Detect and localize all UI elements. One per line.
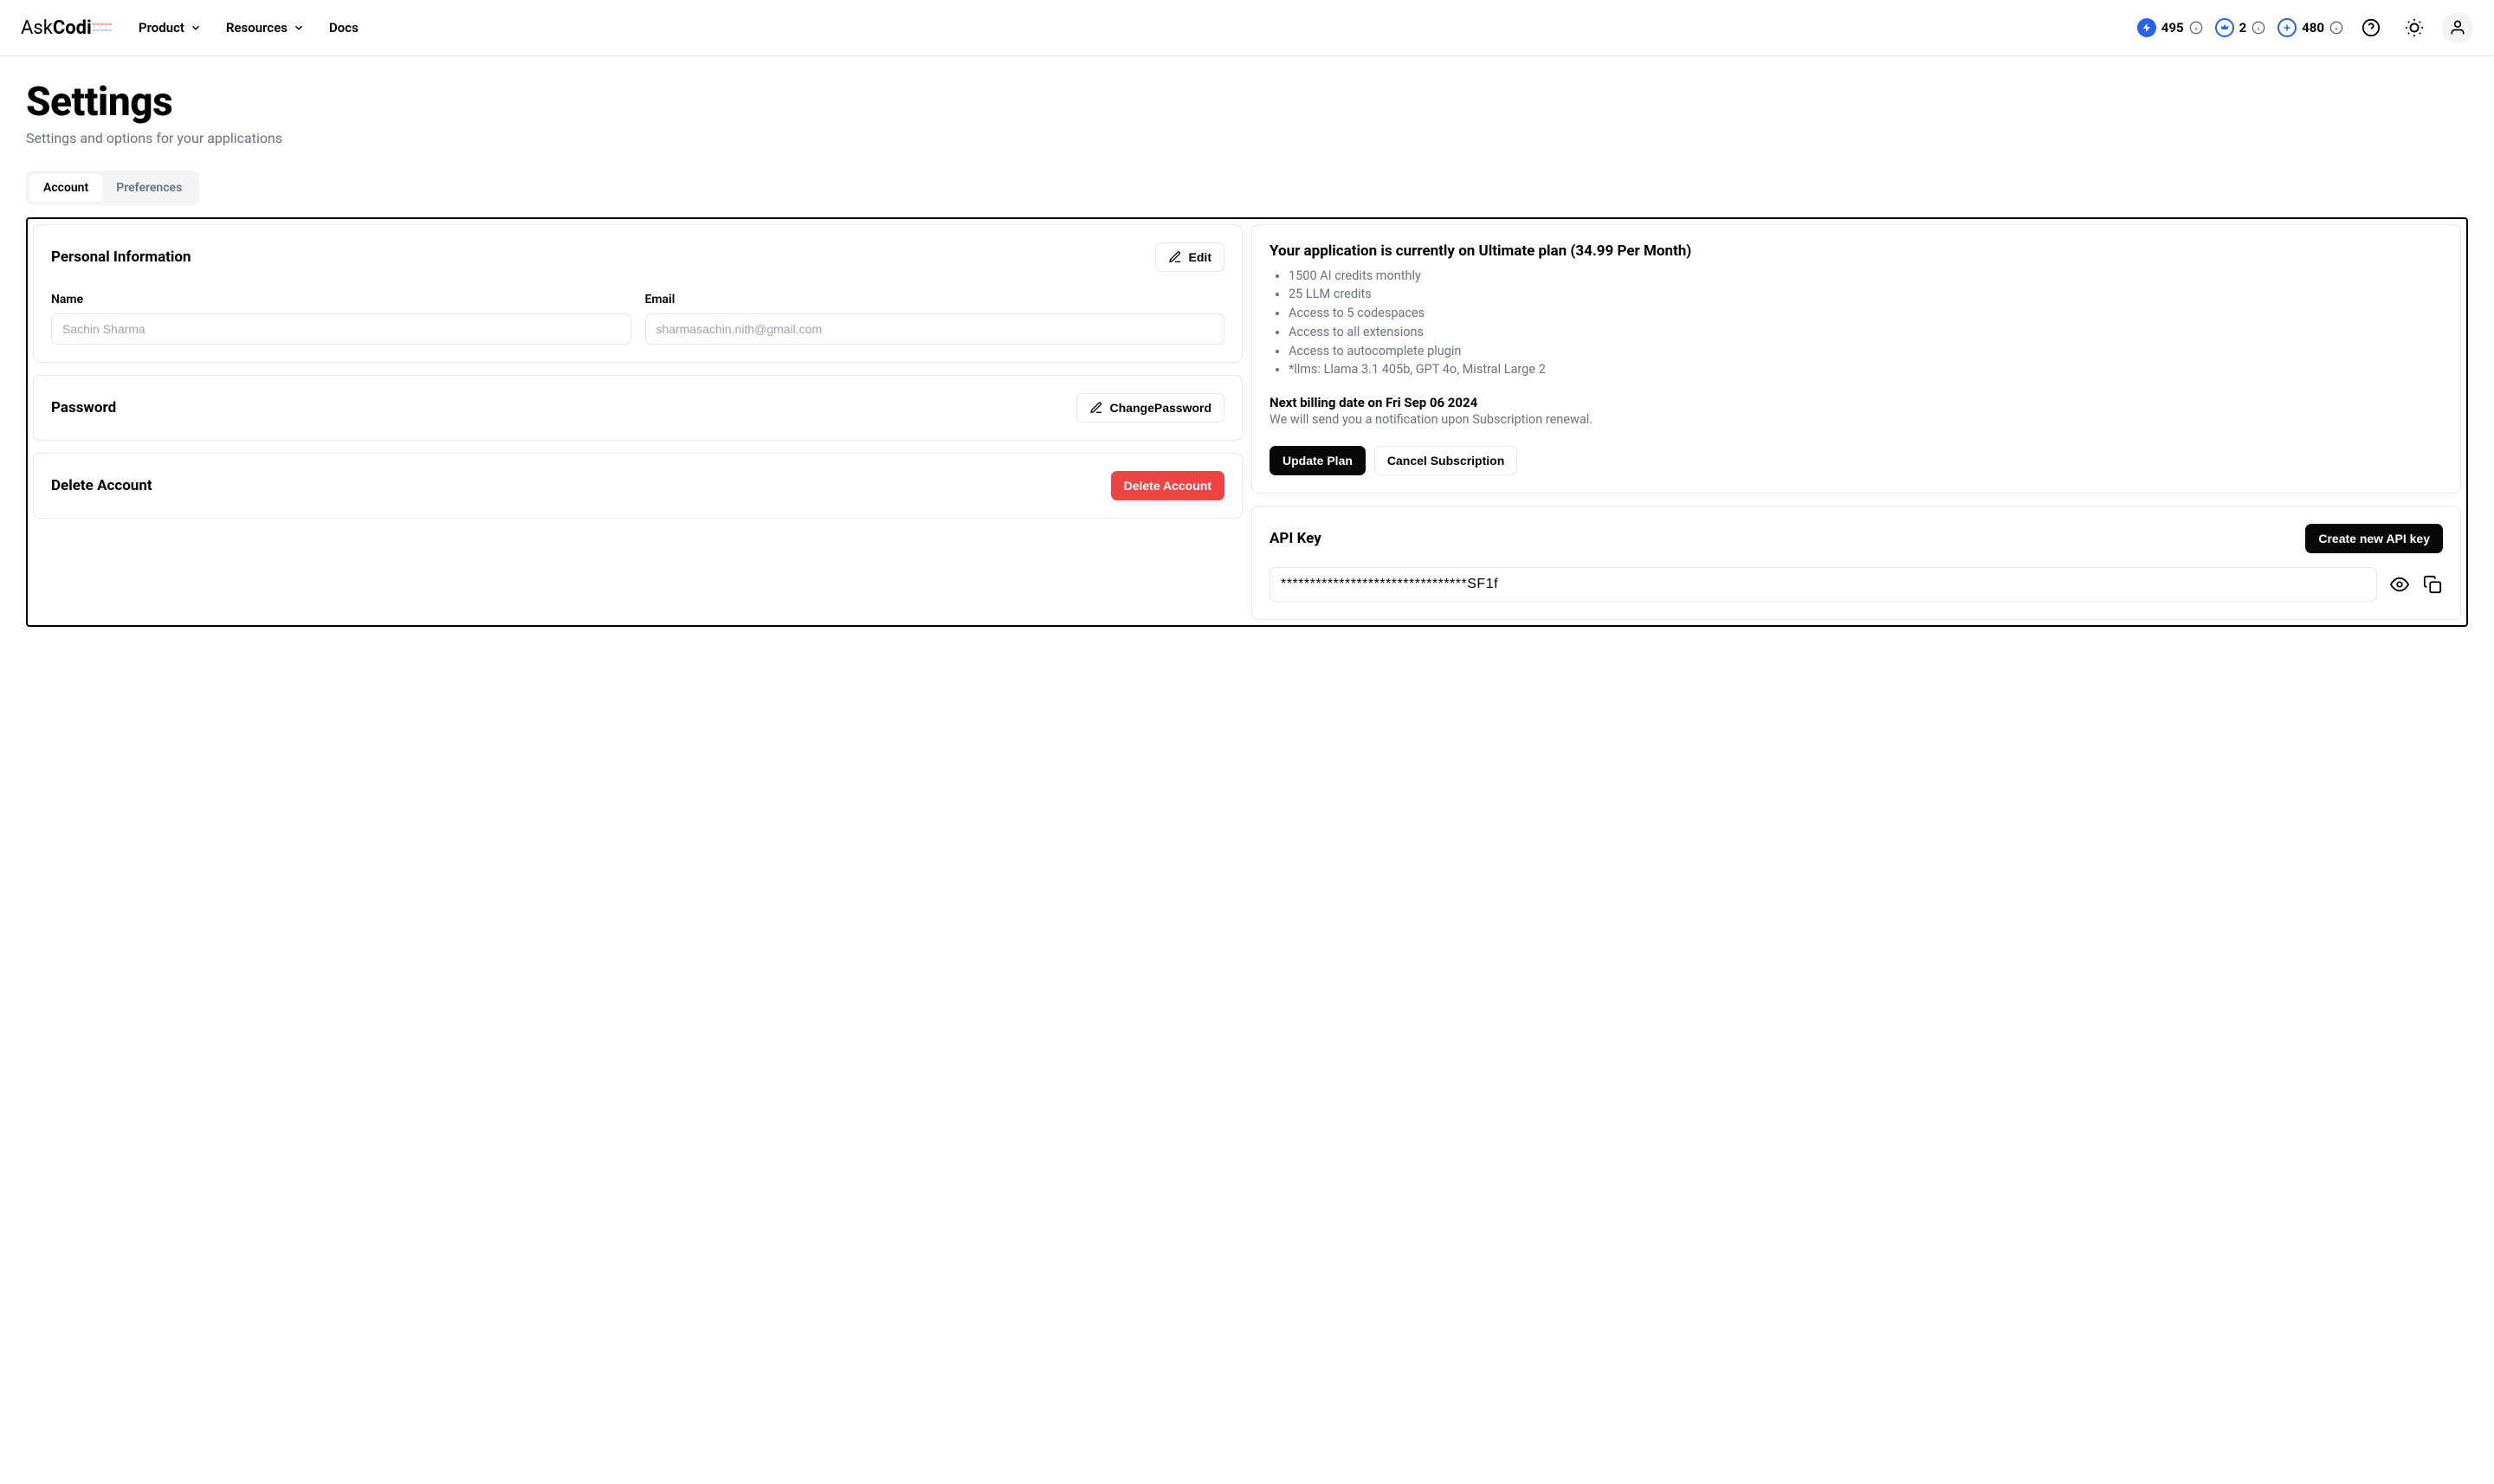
delete-account-label: Delete Account	[1124, 479, 1211, 493]
plan-title: Your application is currently on Ultimat…	[1270, 242, 2443, 260]
avatar-button[interactable]	[2442, 12, 2473, 43]
right-column: Your application is currently on Ultimat…	[1251, 224, 2461, 621]
logo[interactable]: AskCodi ━━━━━ ━ ━ ━ ━━━━━	[21, 17, 113, 39]
nav-product[interactable]: Product	[139, 20, 202, 35]
copy-key-button[interactable]	[2422, 574, 2443, 595]
update-plan-label: Update Plan	[1283, 454, 1353, 468]
logo-part1: Ask	[21, 17, 53, 39]
plan-feature: Access to all extensions	[1289, 323, 2443, 342]
edit-icon	[1089, 401, 1103, 415]
email-input[interactable]	[645, 313, 1225, 345]
edit-icon	[1168, 250, 1182, 264]
nav-resources[interactable]: Resources	[226, 20, 305, 35]
stat-credits[interactable]: 495	[2137, 18, 2203, 37]
api-key-input[interactable]	[1270, 567, 2377, 602]
logo-decoration: ━━━━━ ━ ━ ━ ━━━━━	[93, 23, 113, 33]
plan-feature: 1500 AI credits monthly	[1289, 267, 2443, 286]
stat-add[interactable]: 480	[2278, 18, 2343, 37]
help-button[interactable]	[2355, 12, 2387, 43]
email-label: Email	[645, 293, 1225, 306]
info-icon[interactable]	[2252, 21, 2265, 35]
password-header: Password ChangePassword	[51, 393, 1224, 423]
nav-resources-label: Resources	[226, 20, 288, 35]
email-field: Email	[645, 293, 1225, 345]
password-title: Password	[51, 399, 116, 416]
stat-crown[interactable]: 2	[2215, 18, 2266, 37]
plan-feature: Access to 5 codespaces	[1289, 304, 2443, 323]
create-api-key-button[interactable]: Create new API key	[2305, 524, 2443, 553]
billing-date: Next billing date on Fri Sep 06 2024	[1270, 395, 2443, 410]
nav: Product Resources Docs	[139, 20, 359, 35]
content-wrapper: Personal Information Edit Name Email	[26, 217, 2468, 628]
tab-preferences[interactable]: Preferences	[102, 174, 196, 202]
plan-feature: *llms: Llama 3.1 405b, GPT 4o, Mistral L…	[1289, 360, 2443, 379]
header-left: AskCodi ━━━━━ ━ ━ ━ ━━━━━ Product Resour…	[21, 17, 359, 39]
bolt-icon	[2137, 18, 2156, 37]
theme-toggle[interactable]	[2399, 12, 2430, 43]
name-label: Name	[51, 293, 631, 306]
delete-account-title: Delete Account	[51, 477, 152, 494]
plan-feature: 25 LLM credits	[1289, 285, 2443, 304]
edit-button[interactable]: Edit	[1155, 242, 1224, 272]
nav-docs[interactable]: Docs	[329, 20, 359, 35]
nav-docs-label: Docs	[329, 20, 359, 35]
password-card: Password ChangePassword	[33, 375, 1243, 441]
reveal-key-button[interactable]	[2389, 574, 2410, 595]
nav-product-label: Product	[139, 20, 184, 35]
stat-credits-value: 495	[2161, 20, 2184, 35]
change-password-button[interactable]: ChangePassword	[1076, 393, 1224, 423]
copy-icon	[2423, 575, 2442, 594]
plan-features: 1500 AI credits monthly 25 LLM credits A…	[1270, 267, 2443, 380]
info-icon[interactable]	[2329, 21, 2343, 35]
update-plan-button[interactable]: Update Plan	[1270, 446, 1366, 475]
info-icon[interactable]	[2189, 21, 2203, 35]
sun-icon	[2405, 18, 2424, 37]
left-column: Personal Information Edit Name Email	[33, 224, 1243, 621]
chevron-down-icon	[190, 22, 202, 34]
api-key-card: API Key Create new API key	[1251, 506, 2461, 620]
tabs: Account Preferences	[26, 171, 199, 205]
delete-account-button[interactable]: Delete Account	[1111, 471, 1224, 500]
user-icon	[2449, 19, 2466, 36]
billing-note: We will send you a notification upon Sub…	[1270, 412, 2443, 427]
plan-card: Your application is currently on Ultimat…	[1251, 224, 2461, 494]
header-right: 495 2 480	[2137, 12, 2473, 43]
eye-icon	[2390, 575, 2409, 594]
page-title: Settings	[26, 81, 2468, 125]
api-key-row	[1270, 567, 2443, 602]
api-key-header: API Key Create new API key	[1270, 524, 2443, 553]
cancel-subscription-label: Cancel Subscription	[1387, 454, 1504, 468]
change-password-label: ChangePassword	[1110, 401, 1211, 415]
stat-add-value: 480	[2302, 20, 2324, 35]
header: AskCodi ━━━━━ ━ ━ ━ ━━━━━ Product Resour…	[0, 0, 2494, 56]
crown-icon	[2215, 18, 2234, 37]
name-field: Name	[51, 293, 631, 345]
personal-info-title: Personal Information	[51, 248, 191, 266]
plan-buttons: Update Plan Cancel Subscription	[1270, 446, 2443, 475]
tab-account[interactable]: Account	[29, 174, 102, 202]
page-subtitle: Settings and options for your applicatio…	[26, 130, 2468, 146]
chevron-down-icon	[293, 22, 305, 34]
delete-account-header: Delete Account Delete Account	[51, 471, 1224, 500]
api-key-title: API Key	[1270, 530, 1321, 547]
name-input[interactable]	[51, 313, 631, 345]
edit-button-label: Edit	[1189, 250, 1211, 264]
plan-feature: Access to autocomplete plugin	[1289, 342, 2443, 361]
personal-info-card: Personal Information Edit Name Email	[33, 224, 1243, 363]
delete-account-card: Delete Account Delete Account	[33, 453, 1243, 519]
plus-circle-icon	[2278, 18, 2297, 37]
stat-crown-value: 2	[2239, 20, 2247, 35]
personal-info-header: Personal Information Edit	[51, 242, 1224, 272]
create-api-key-label: Create new API key	[2318, 532, 2430, 545]
logo-part2: Codi	[53, 17, 92, 39]
help-icon	[2362, 18, 2381, 37]
main: Settings Settings and options for your a…	[0, 56, 2494, 651]
form-row: Name Email	[51, 293, 1224, 345]
cancel-subscription-button[interactable]: Cancel Subscription	[1374, 446, 1517, 475]
